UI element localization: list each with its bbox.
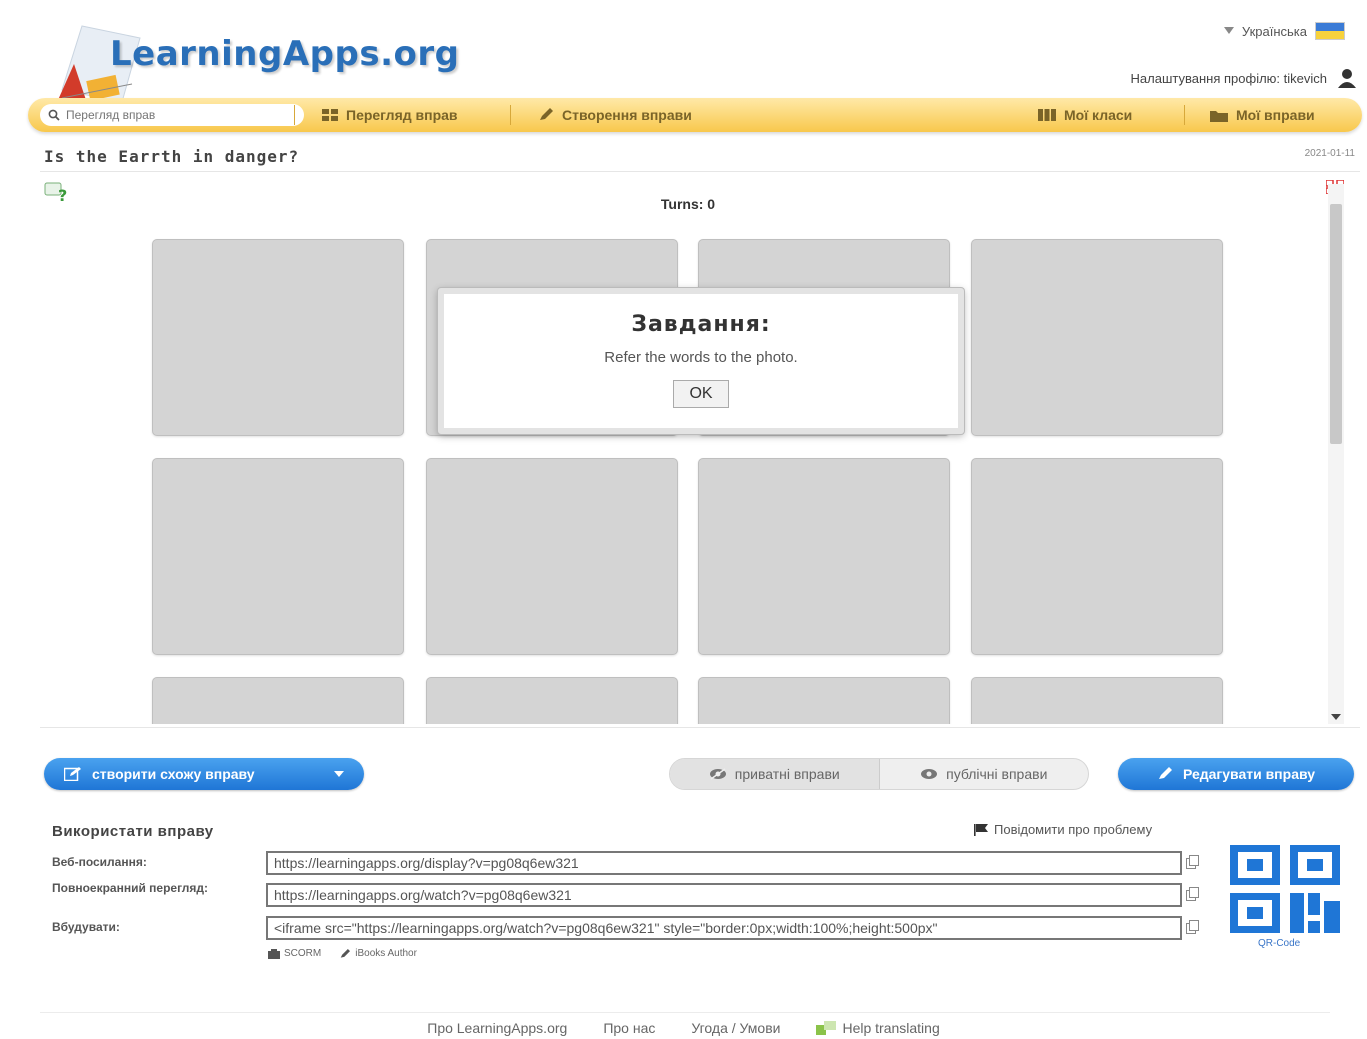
task-dialog: Завдання: Refer the words to the photo. … [438,288,964,434]
memory-card[interactable] [971,239,1223,436]
page-date: 2021-01-11 [1304,148,1355,159]
qr-code-label: QR-Code [1258,938,1301,949]
divider [40,171,1360,172]
nav-separator [510,105,511,125]
scorm-link[interactable]: SCORM [268,948,321,959]
logo-text: LearningApps.org [110,34,460,74]
scrollbar-thumb[interactable] [1330,204,1342,444]
nav-create-app[interactable]: Створення вправи [538,98,692,132]
grid-icon [322,109,338,121]
search-input[interactable] [66,108,286,122]
memory-card[interactable] [152,239,404,436]
ibooks-link[interactable]: iBooks Author [339,948,417,959]
classes-icon [1038,109,1056,121]
profile-link[interactable]: Налаштування профілю: tikevich [1131,68,1357,88]
edit-app-label: Редагувати вправу [1182,766,1316,782]
ibooks-label: iBooks Author [355,948,417,959]
memory-card[interactable] [698,677,950,724]
memory-card[interactable] [971,677,1223,724]
help-translating-label: Help translating [842,1020,940,1036]
memory-card[interactable] [426,677,678,724]
profile-label: Налаштування профілю: tikevich [1130,70,1327,86]
use-app-title: Використати вправу [52,823,214,840]
fullscreen-link-field[interactable] [266,883,1182,907]
qr-code-icon[interactable] [1230,845,1342,935]
edit-app-button[interactable]: Редагувати вправу [1118,758,1354,790]
nav-classes-label: Мої класи [1064,107,1133,123]
nav-my-classes[interactable]: Мої класи [1038,98,1132,132]
main-nav: Перегляд вправ Створення вправи Мої клас… [28,98,1362,132]
search-icon [48,109,60,121]
chevron-down-icon [334,771,344,777]
dialog-text: Refer the words to the photo. [604,349,798,366]
web-link-field[interactable] [266,851,1182,875]
nav-separator [294,105,295,125]
scroll-down-arrow-icon[interactable] [1331,714,1341,720]
footer-terms-link[interactable]: Угода / Умови [691,1020,780,1036]
memory-card[interactable] [698,458,950,655]
eye-icon [921,769,938,779]
nav-my-apps-label: Мої вправи [1236,107,1315,123]
memory-card[interactable] [152,677,404,724]
memory-card[interactable] [426,458,678,655]
pencil-icon [1158,767,1172,779]
footer: Про LearningApps.org Про нас Угода / Умо… [0,1020,1367,1036]
caret-down-icon [1223,27,1234,34]
user-icon [1338,69,1356,88]
translate-icon [816,1021,837,1035]
dialog-title: Завдання: [631,312,771,337]
search-box[interactable] [40,104,304,126]
app-frame: ? Turns: 0 Завдання: Refer the words to … [40,176,1356,724]
folder-icon [1210,110,1228,122]
nav-browse-label: Перегляд вправ [346,107,458,123]
ok-button[interactable]: OK [673,380,729,408]
pencil-icon [540,108,553,120]
embed-label: Вбудувати: [52,920,120,934]
nav-create-label: Створення вправи [562,107,692,123]
ukraine-flag-icon [1315,22,1345,40]
scorm-label: SCORM [284,948,322,959]
public-apps-toggle[interactable]: публічні вправи [880,759,1089,789]
nav-my-apps[interactable]: Мої вправи [1210,98,1315,132]
fullscreen-link-label: Повноекранний перегляд: [52,881,209,895]
flag-icon [974,823,988,836]
create-similar-app-button[interactable]: створити схожу вправу [44,758,364,790]
create-similar-label: створити схожу вправу [92,766,255,782]
export-links: SCORM iBooks Author [268,948,417,959]
embed-code-field[interactable] [266,916,1182,940]
footer-about-us-link[interactable]: Про нас [603,1020,655,1036]
copy-icon[interactable] [1186,855,1200,869]
report-problem-label: Повідомити про проблему [994,822,1153,837]
language-selector[interactable]: Українська [1223,22,1345,40]
report-problem-link[interactable]: Повідомити про проблему [974,822,1152,837]
copy-icon[interactable] [1186,920,1200,934]
footer-about-link[interactable]: Про LearningApps.org [427,1020,567,1036]
divider [40,727,1360,728]
divider [40,1012,1330,1013]
visibility-toggle: приватні вправи публічні вправи [669,758,1089,790]
memory-card[interactable] [152,458,404,655]
footer-help-translating-link[interactable]: Help translating [816,1020,940,1036]
logo[interactable]: LearningApps.org [52,18,492,108]
language-label: Українська [1241,23,1307,39]
page-title: Is the Earrth in danger? [44,147,300,166]
nav-separator [1184,105,1185,125]
copy-icon[interactable] [1186,887,1200,901]
nav-browse-apps[interactable]: Перегляд вправ [322,98,458,132]
scrollbar[interactable] [1328,184,1344,724]
header: LearningApps.org Українська Налаштування… [0,0,1367,140]
private-apps-label: приватні вправи [734,766,840,782]
private-apps-toggle[interactable]: приватні вправи [670,759,879,789]
edit-box-icon [64,767,81,781]
eye-slash-icon [709,768,726,780]
turns-counter: Turns: 0 [660,196,716,212]
public-apps-label: публічні вправи [946,766,1048,782]
web-link-label: Веб-посилання: [52,855,147,869]
memory-card[interactable] [971,458,1223,655]
package-icon [268,948,280,959]
pencil-icon [340,948,351,958]
